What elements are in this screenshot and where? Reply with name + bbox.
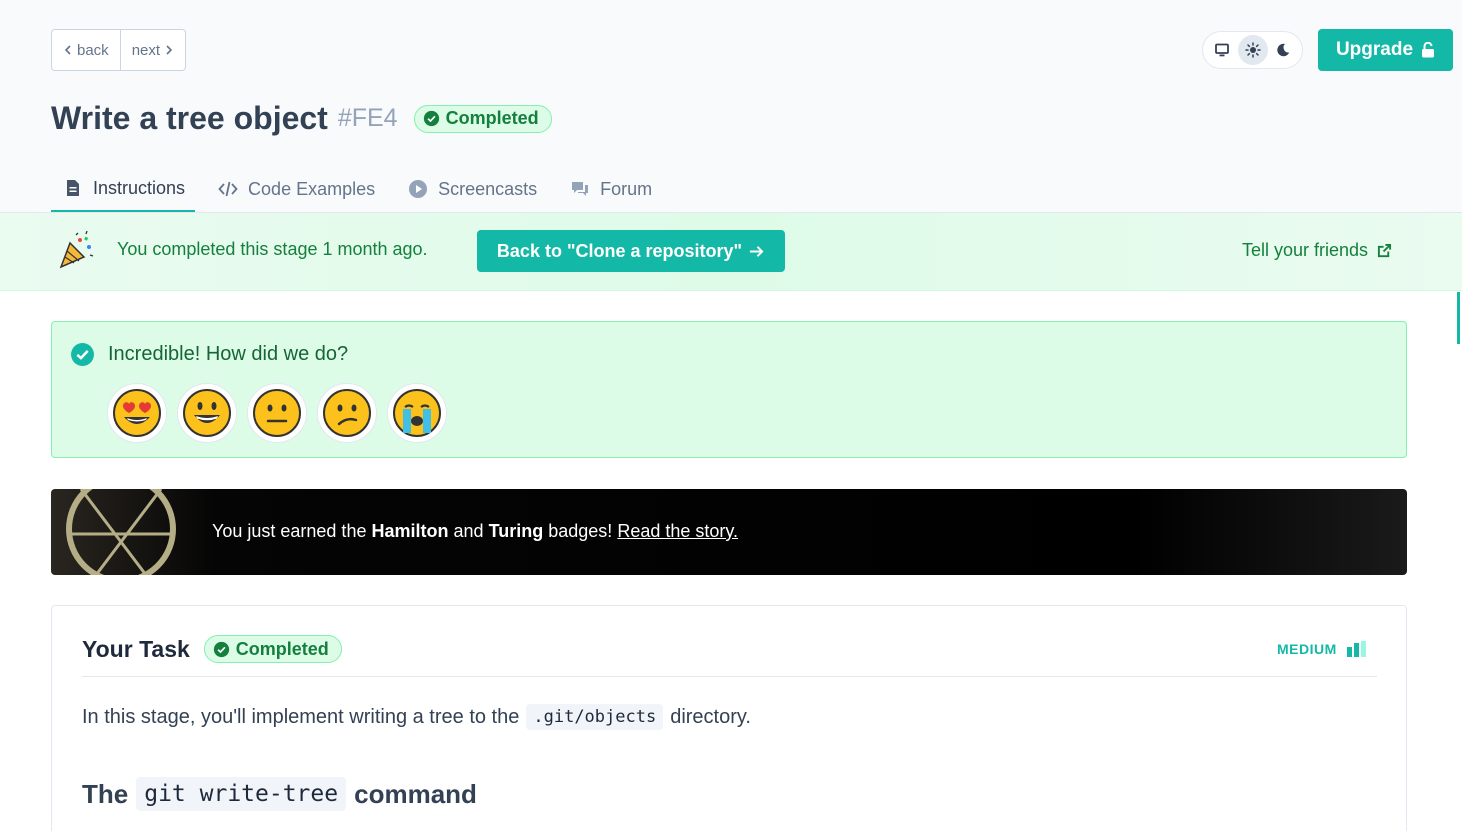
badge-hamilton: Hamilton: [371, 521, 449, 541]
title-row: Write a tree object #FE4 Completed: [51, 100, 552, 137]
rating-crying-button[interactable]: [387, 383, 447, 443]
tab-label: Instructions: [93, 177, 186, 198]
emoji-rating-row: [107, 383, 447, 443]
completion-message: You completed this stage 1 month ago.: [117, 239, 428, 259]
task-status-badge: Completed: [203, 635, 342, 663]
section-heading: The git write-tree command: [82, 777, 477, 811]
inline-code: .git/objects: [526, 704, 664, 730]
crying-emoji-icon: [393, 389, 441, 437]
badge-artwork: [66, 489, 176, 575]
next-button[interactable]: next: [119, 30, 185, 70]
sun-icon: [1244, 42, 1261, 58]
check-circle-icon: [213, 641, 229, 657]
theme-toggle: [1202, 31, 1303, 69]
upgrade-label: Upgrade: [1335, 39, 1414, 60]
tab-screencasts[interactable]: Screencasts: [396, 166, 547, 212]
difficulty-bars-icon: [1346, 641, 1366, 657]
check-circle-icon: [71, 343, 94, 366]
badges-earned-banner: You just earned the Hamilton and Turing …: [51, 489, 1407, 575]
badges-and: and: [453, 521, 484, 541]
task-text-after: directory.: [670, 705, 751, 728]
page-title: Write a tree object: [51, 100, 328, 136]
badges-prefix: You just earned the: [212, 521, 367, 541]
stage-navigation: back next: [51, 29, 187, 71]
task-card: Your Task Completed MEDIUM In this stage…: [51, 605, 1407, 831]
header: back next Upgrade Write a tree object #F…: [0, 0, 1462, 213]
tell-friends-label: Tell your friends: [1242, 240, 1369, 260]
feedback-box: Incredible! How did we do?: [51, 321, 1407, 458]
status-badge: Completed: [413, 104, 552, 133]
party-popper-icon: [59, 231, 94, 269]
next-label: next: [131, 41, 161, 59]
task-status-label: Completed: [235, 638, 329, 659]
back-button[interactable]: back: [52, 30, 120, 70]
task-divider: [82, 676, 1377, 677]
completion-banner: You completed this stage 1 month ago. Ba…: [0, 213, 1462, 291]
badges-suffix: badges!: [548, 521, 613, 541]
document-icon: [67, 180, 79, 196]
chevron-left-icon: [64, 45, 71, 55]
feedback-header: Incredible! How did we do?: [70, 342, 348, 367]
check-circle-icon: [423, 110, 439, 127]
tab-label: Code Examples: [248, 178, 376, 199]
grinning-emoji-icon: [183, 389, 231, 437]
back-to-stage-label: Back to "Clone a repository": [496, 240, 743, 261]
tab-code-examples[interactable]: Code Examples: [206, 166, 385, 212]
task-description: In this stage, you'll implement writing …: [82, 704, 751, 730]
theme-dark-button[interactable]: [1268, 35, 1298, 65]
tell-friends-link[interactable]: Tell your friends: [1242, 240, 1392, 261]
moon-icon: [1277, 43, 1290, 57]
monitor-icon: [1215, 43, 1229, 57]
heading-suffix: command: [354, 778, 477, 809]
confused-emoji-icon: [323, 389, 371, 437]
tab-label: Forum: [600, 178, 653, 199]
theme-light-button[interactable]: [1237, 35, 1268, 65]
task-text-before: In this stage, you'll implement writing …: [82, 705, 520, 728]
badge-turing: Turing: [488, 521, 544, 541]
tab-bar: Instructions Code Examples Screencasts F…: [51, 166, 673, 213]
badges-earned-text: You just earned the Hamilton and Turing …: [212, 521, 738, 542]
rating-neutral-button[interactable]: [247, 383, 307, 443]
heart-eyes-emoji-icon: [113, 389, 161, 437]
theme-system-button[interactable]: [1207, 35, 1237, 65]
difficulty-indicator: MEDIUM: [1277, 641, 1366, 657]
code-icon: [218, 181, 238, 197]
chevron-right-icon: [166, 45, 173, 55]
status-label: Completed: [445, 108, 539, 128]
tab-label: Screencasts: [438, 178, 538, 199]
tab-instructions[interactable]: Instructions: [51, 166, 196, 212]
task-header: Your Task Completed: [82, 635, 342, 663]
chat-icon: [572, 182, 589, 196]
feedback-question: Incredible! How did we do?: [108, 343, 349, 365]
neutral-emoji-icon: [253, 389, 301, 437]
external-link-icon: [1378, 243, 1392, 258]
rating-grinning-button[interactable]: [177, 383, 237, 443]
tab-forum[interactable]: Forum: [558, 166, 662, 212]
back-label: back: [77, 41, 109, 59]
scrollbar-thumb[interactable]: [1457, 292, 1460, 344]
difficulty-label: MEDIUM: [1277, 641, 1337, 657]
read-story-link[interactable]: Read the story.: [617, 521, 738, 541]
back-to-stage-button[interactable]: Back to "Clone a repository": [477, 230, 785, 272]
heading-code: git write-tree: [136, 777, 347, 811]
unlock-icon: [1422, 42, 1435, 58]
rating-confused-button[interactable]: [317, 383, 377, 443]
upgrade-button[interactable]: Upgrade: [1318, 29, 1453, 71]
arrow-right-icon: [749, 245, 764, 257]
rating-heart-eyes-button[interactable]: [107, 383, 167, 443]
stage-code: #FE4: [337, 104, 398, 132]
task-title: Your Task: [82, 635, 190, 662]
play-icon: [409, 180, 428, 198]
heading-prefix: The: [82, 778, 129, 809]
